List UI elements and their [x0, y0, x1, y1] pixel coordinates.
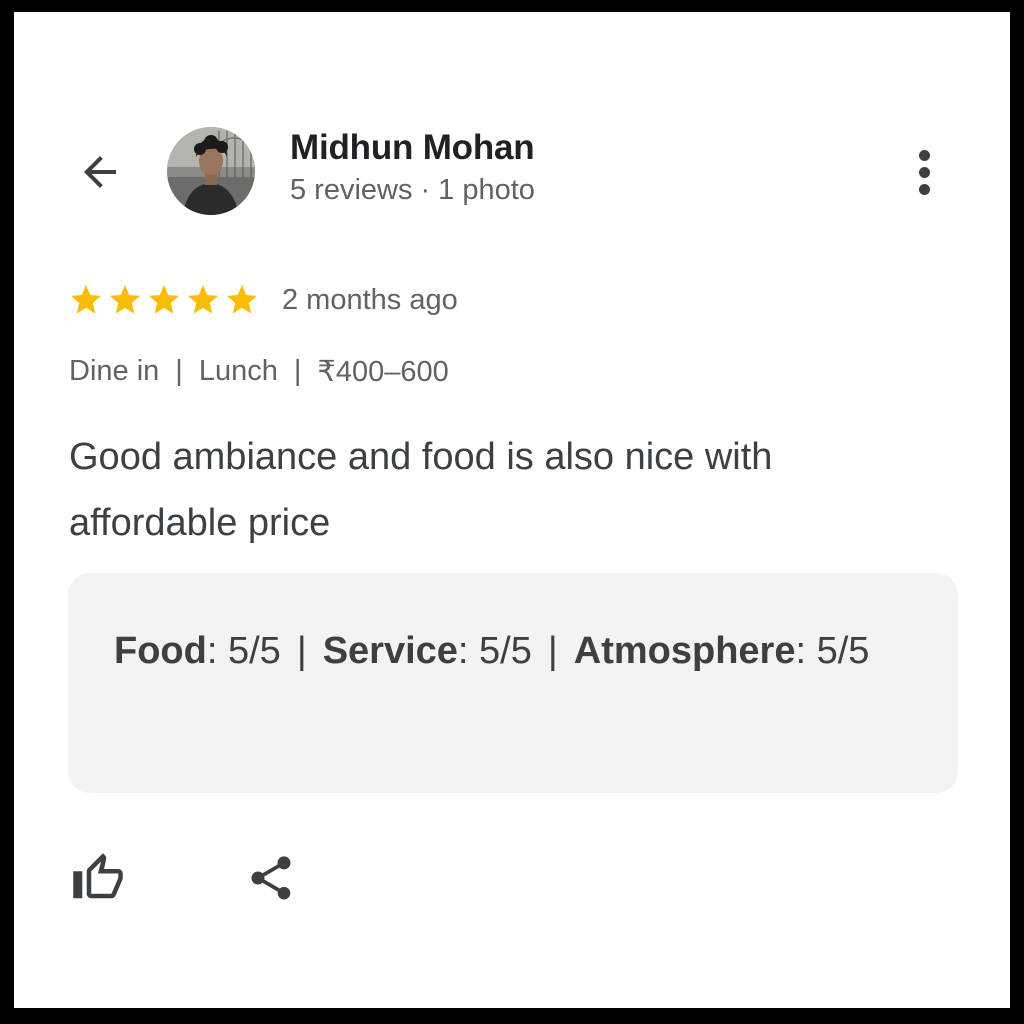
- atmosphere-label: Atmosphere: [573, 630, 796, 672]
- star-icon: [188, 285, 218, 314]
- subratings-text: Food: 5/5 | Service: 5/5 | Atmosphere: 5/5: [114, 618, 914, 684]
- service-value: : 5/5: [457, 630, 532, 672]
- food-value: : 5/5: [206, 630, 281, 672]
- review-card: Midhun Mohan 5 reviews · 1 photo 2 month…: [14, 12, 1010, 1008]
- review-time: 2 months ago: [282, 283, 458, 316]
- service-type: Dine in: [69, 355, 160, 387]
- star-icon: [110, 285, 140, 314]
- review-text: Good ambiance and food is also nice with…: [69, 436, 773, 544]
- star-icon: [227, 285, 257, 314]
- star-rating: [68, 282, 260, 318]
- price-range: ₹400–600: [317, 356, 449, 388]
- avatar[interactable]: [167, 127, 255, 215]
- atmosphere-value: : 5/5: [795, 630, 870, 672]
- food-label: Food: [114, 630, 207, 672]
- avatar-photo: [167, 127, 255, 215]
- more-vert-icon: [918, 149, 930, 161]
- reviewer-meta[interactable]: 5 reviews · 1 photo: [290, 174, 535, 207]
- share-icon: [251, 856, 291, 900]
- rating-row: 2 months ago: [68, 278, 458, 322]
- visit-context: Dine in | Lunch | ₹400–600: [69, 354, 449, 389]
- meta-separator: ·: [420, 174, 431, 206]
- photos-count: 1 photo: [438, 174, 535, 206]
- more-vert-icon-dot: [918, 166, 930, 178]
- context-separator: |: [175, 355, 183, 387]
- like-button[interactable]: [66, 846, 130, 910]
- subrating-separator: |: [547, 630, 558, 672]
- thumb-up-icon: [73, 853, 123, 899]
- context-separator: |: [293, 355, 302, 387]
- star-icon: [149, 285, 179, 314]
- star-icon: [71, 285, 101, 314]
- service-label: Service: [322, 630, 458, 672]
- more-vert-icon-dot: [918, 183, 930, 195]
- share-button[interactable]: [239, 846, 303, 910]
- meal-type: Lunch: [198, 355, 278, 387]
- subratings-panel: Food: 5/5 | Service: 5/5 | Atmosphere: 5/5: [68, 573, 958, 793]
- reviewer-name[interactable]: Midhun Mohan: [290, 128, 535, 168]
- back-button[interactable]: [72, 144, 128, 200]
- more-options-button[interactable]: [902, 142, 946, 202]
- subrating-separator: |: [296, 630, 307, 672]
- arrow-back-icon: [84, 156, 116, 188]
- reviews-count: 5 reviews: [290, 174, 413, 206]
